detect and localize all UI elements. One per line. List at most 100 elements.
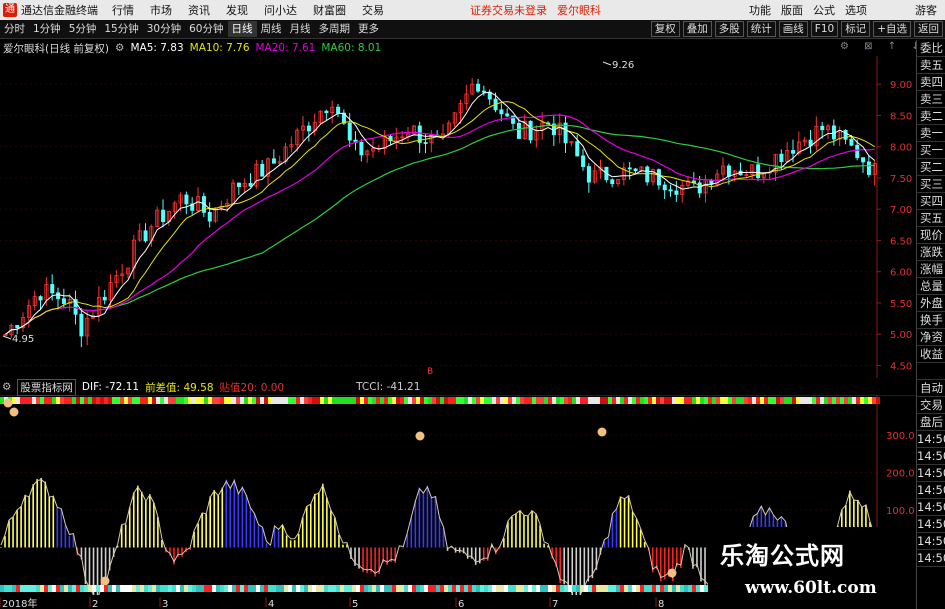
strip-cell <box>580 585 584 592</box>
menu-layout[interactable]: 版面 <box>781 2 803 18</box>
strip-cell <box>680 585 684 592</box>
menu-quotes[interactable]: 行情 <box>112 2 134 18</box>
panel-item-trade[interactable]: 交易 <box>917 397 945 414</box>
panel-item-buy2[interactable]: 买二 <box>917 159 945 176</box>
panel-item-sell3[interactable]: 卖三 <box>917 91 945 108</box>
candle-body <box>347 122 352 141</box>
chart-control-icons[interactable]: ⚙ ⊠ ↑ ↓ <box>840 41 926 52</box>
statistics-button[interactable]: 统计 <box>746 21 776 37</box>
strip-cell <box>496 585 500 592</box>
tab-30min[interactable]: 30分钟 <box>143 21 185 37</box>
panel-item-sell5[interactable]: 卖五 <box>917 57 945 74</box>
strip-cell <box>620 585 624 592</box>
panel-item-buy4[interactable]: 买四 <box>917 193 945 210</box>
panel-item-sell2[interactable]: 卖二 <box>917 108 945 125</box>
strip-cell <box>804 397 808 404</box>
add-watchlist-button[interactable]: +自选 <box>873 21 911 37</box>
strip-cell <box>772 397 776 404</box>
restore-rights-button[interactable]: 复权 <box>650 21 680 37</box>
menu-options[interactable]: 选项 <box>845 2 867 18</box>
multi-stock-button[interactable]: 多股 <box>714 21 744 37</box>
menu-news[interactable]: 资讯 <box>188 2 210 18</box>
strip-cell <box>796 397 800 404</box>
panel-item-sell4[interactable]: 卖四 <box>917 74 945 91</box>
tab-intraday[interactable]: 分时 <box>0 21 29 37</box>
tab-60min[interactable]: 60分钟 <box>185 21 227 37</box>
mark-button[interactable]: 标记 <box>841 21 871 37</box>
panel-item-earnings[interactable]: 收益 <box>917 346 945 363</box>
panel-item-buy5[interactable]: 买五 <box>917 210 945 227</box>
strip-cell <box>80 397 84 404</box>
menu-formula[interactable]: 公式 <box>813 2 835 18</box>
tab-monthly[interactable]: 月线 <box>286 21 315 37</box>
indicator-name[interactable]: 股票指标网 <box>17 378 76 396</box>
panel-item-change-pct[interactable]: 涨幅 <box>917 261 945 278</box>
strip-cell <box>404 585 408 592</box>
panel-item-buy3[interactable]: 买三 <box>917 176 945 193</box>
back-button[interactable]: 返回 <box>914 21 943 37</box>
strip-cell <box>648 585 652 592</box>
strip-cell <box>228 585 232 592</box>
strip-cell <box>24 585 28 592</box>
panel-item-price[interactable]: 现价 <box>917 227 945 244</box>
draw-line-button[interactable]: 画线 <box>778 21 808 37</box>
panel-item-after-hours[interactable]: 盘后 <box>917 414 945 431</box>
strip-cell <box>160 585 164 592</box>
strip-cell <box>160 397 164 404</box>
overlay-button[interactable]: 叠加 <box>682 21 712 37</box>
menu-market[interactable]: 市场 <box>150 2 172 18</box>
tab-15min[interactable]: 15分钟 <box>100 21 142 37</box>
menu-wealth[interactable]: 财富圈 <box>313 2 346 18</box>
strip-cell <box>692 585 696 592</box>
candle-body <box>656 169 661 186</box>
menu-trade[interactable]: 交易 <box>362 2 384 18</box>
candle-body <box>633 168 638 172</box>
panel-item-outer[interactable]: 外盘 <box>917 295 945 312</box>
tab-daily[interactable]: 日线 <box>227 21 257 37</box>
strip-cell <box>504 585 508 592</box>
strip-cell <box>168 585 172 592</box>
menu-function[interactable]: 功能 <box>749 2 771 18</box>
strip-cell <box>184 397 188 404</box>
strip-cell <box>264 585 268 592</box>
panel-item-volume[interactable]: 总量 <box>917 278 945 295</box>
y-tick-label: 6.00 <box>890 268 912 279</box>
tab-multi-period[interactable]: 多周期 <box>315 21 355 37</box>
strip-cell <box>364 397 368 404</box>
login-notice[interactable]: 证券交易未登录 <box>470 2 547 18</box>
strip-cell <box>484 397 488 404</box>
candle-body <box>627 167 632 170</box>
settings-icon[interactable]: ⚙ <box>115 42 124 54</box>
panel-item-auto[interactable]: 自动 <box>917 380 945 397</box>
panel-item-change[interactable]: 涨跌 <box>917 244 945 261</box>
strip-cell <box>244 397 248 404</box>
panel-item-sell1[interactable]: 卖一 <box>917 125 945 142</box>
tab-weekly[interactable]: 周线 <box>257 21 286 37</box>
indicator-settings-icon[interactable]: ⚙ <box>2 381 11 393</box>
strip-cell <box>448 585 452 592</box>
candle-body <box>271 158 276 164</box>
signal-dot <box>597 427 607 437</box>
strip-cell <box>96 397 100 404</box>
strip-cell <box>16 397 20 404</box>
guest-label[interactable]: 游客 <box>915 2 937 18</box>
strip-cell <box>340 397 344 404</box>
strip-cell <box>452 397 456 404</box>
strip-cell <box>140 585 144 592</box>
menu-discover[interactable]: 发现 <box>226 2 248 18</box>
strip-cell <box>420 585 424 592</box>
f10-button[interactable]: F10 <box>810 21 839 37</box>
menu-ask[interactable]: 问小达 <box>264 2 297 18</box>
strip-cell <box>636 397 640 404</box>
candlestick-chart[interactable]: 9.00 8.50 8.00 7.50 7.00 6.50 6.00 5.50 5.00 4.50… <box>0 56 916 378</box>
stock-link[interactable]: 爱尔眼科 <box>557 2 601 18</box>
tab-more[interactable]: 更多 <box>354 21 383 37</box>
panel-item-weibi[interactable]: 委比 <box>917 40 945 57</box>
panel-item-net-assets[interactable]: 净资 <box>917 329 945 346</box>
panel-time-row: 14:50 <box>917 482 945 499</box>
tab-1min[interactable]: 1分钟 <box>29 21 65 37</box>
panel-item-turnover[interactable]: 换手 <box>917 312 945 329</box>
top-signal-strip <box>0 397 880 404</box>
tab-5min[interactable]: 5分钟 <box>65 21 101 37</box>
panel-item-buy1[interactable]: 买一 <box>917 142 945 159</box>
